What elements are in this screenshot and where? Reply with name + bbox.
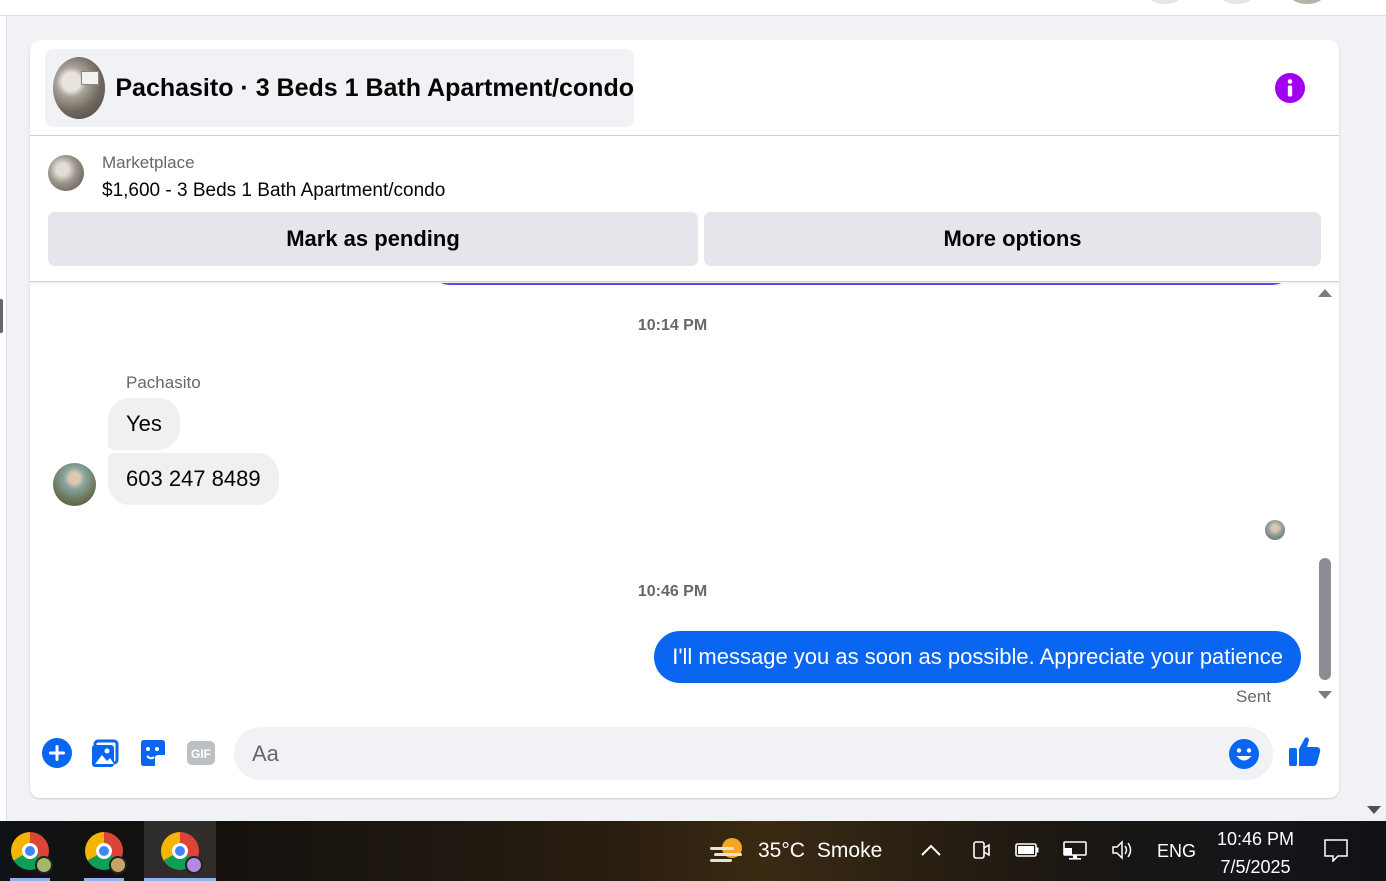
weather-condition: Smoke: [816, 839, 883, 862]
outgoing-message[interactable]: I'll message you as soon as possible. Ap…: [654, 631, 1301, 683]
profile-badge-icon: [35, 856, 53, 874]
listing-price-title[interactable]: $1,600 - 3 Beds 1 Bath Apartment/condo: [102, 180, 445, 202]
top-nav-icon[interactable]: [1220, 0, 1254, 4]
input-language[interactable]: ENG: [1157, 841, 1196, 862]
incoming-message[interactable]: Yes: [108, 398, 180, 450]
listing-avatar: [53, 57, 106, 119]
message-input-box[interactable]: [234, 727, 1273, 780]
top-profile-avatar[interactable]: [1290, 0, 1324, 4]
system-clock[interactable]: 10:46 PM 7/5/2025: [1208, 825, 1303, 881]
mark-as-pending-button[interactable]: Mark as pending: [48, 212, 698, 266]
timestamp: 10:46 PM: [637, 583, 708, 600]
rail-indicator: [0, 299, 3, 333]
previous-message-bubble: [428, 283, 1294, 285]
message-thread[interactable]: 10:14 PM Pachasito Yes 603 247 8489 10:4…: [30, 283, 1339, 720]
read-receipt-avatar: [1265, 520, 1285, 540]
chrome-taskbar-button-active[interactable]: [144, 821, 216, 881]
notifications-icon[interactable]: [1323, 837, 1349, 863]
scroll-up-arrow-icon[interactable]: [1318, 289, 1332, 297]
conversation-title: Pachasito · 3 Beds 1 Bath Apartment/cond…: [115, 73, 634, 102]
chat-window: Pachasito · 3 Beds 1 Bath Apartment/cond…: [30, 40, 1339, 798]
network-icon[interactable]: [1062, 837, 1088, 863]
info-icon[interactable]: [1275, 73, 1305, 103]
chrome-taskbar-button[interactable]: [74, 821, 134, 881]
weather-widget[interactable]: 35°C Smoke: [708, 831, 882, 871]
message-status: Sent: [1236, 687, 1271, 706]
clock-time: 10:46 PM: [1216, 829, 1295, 849]
weather-temperature: 35°C: [758, 839, 805, 862]
sender-avatar[interactable]: [53, 463, 96, 506]
thread-scrollbar[interactable]: [1311, 283, 1337, 711]
camera-tray-icon[interactable]: [968, 837, 994, 863]
smoke-weather-icon: [708, 833, 748, 869]
volume-icon[interactable]: [1110, 837, 1136, 863]
info-glyph: [1287, 79, 1293, 97]
listing-thumbnail[interactable]: [48, 155, 84, 191]
timestamp: 10:14 PM: [637, 317, 708, 334]
battery-icon[interactable]: [1014, 837, 1040, 863]
chevron-up-icon[interactable]: [918, 837, 944, 863]
windows-taskbar: 35°C Smoke ENG 10:46 PM 7/5/2025: [0, 821, 1386, 881]
scroll-down-arrow-icon[interactable]: [1318, 691, 1332, 699]
incoming-message[interactable]: 603 247 8489: [108, 453, 279, 505]
chrome-icon: [161, 832, 203, 874]
plus-icon[interactable]: [40, 736, 74, 770]
profile-badge-icon: [185, 856, 203, 874]
more-options-button[interactable]: More options: [704, 212, 1321, 266]
scroll-thumb[interactable]: [1319, 558, 1331, 680]
left-rail: [0, 16, 7, 821]
clock-date: 7/5/2025: [1220, 857, 1291, 877]
svg-text:GIF: GIF: [191, 747, 211, 761]
message-input[interactable]: [252, 727, 1212, 780]
top-nav-icon[interactable]: [1148, 0, 1182, 4]
gif-icon[interactable]: GIF: [184, 736, 218, 770]
emoji-icon[interactable]: [1227, 737, 1261, 771]
photo-icon[interactable]: [88, 736, 122, 770]
profile-badge-icon: [109, 856, 127, 874]
chat-header: Pachasito · 3 Beds 1 Bath Apartment/cond…: [30, 40, 1339, 136]
sender-name: Pachasito: [126, 373, 201, 392]
chrome-icon: [11, 832, 53, 874]
sticker-icon[interactable]: [136, 736, 170, 770]
marketplace-listing-panel: Marketplace $1,600 - 3 Beds 1 Bath Apart…: [30, 137, 1339, 282]
thumbs-up-icon[interactable]: [1288, 734, 1322, 768]
browser-top-strip: [0, 0, 1386, 16]
marketplace-label: Marketplace: [102, 153, 195, 172]
page-scroll-down-arrow-icon[interactable]: [1367, 806, 1381, 814]
conversation-title-button[interactable]: Pachasito · 3 Beds 1 Bath Apartment/cond…: [45, 49, 634, 127]
message-composer: GIF: [30, 722, 1339, 792]
chrome-icon: [85, 832, 127, 874]
chrome-taskbar-button[interactable]: [0, 821, 60, 881]
